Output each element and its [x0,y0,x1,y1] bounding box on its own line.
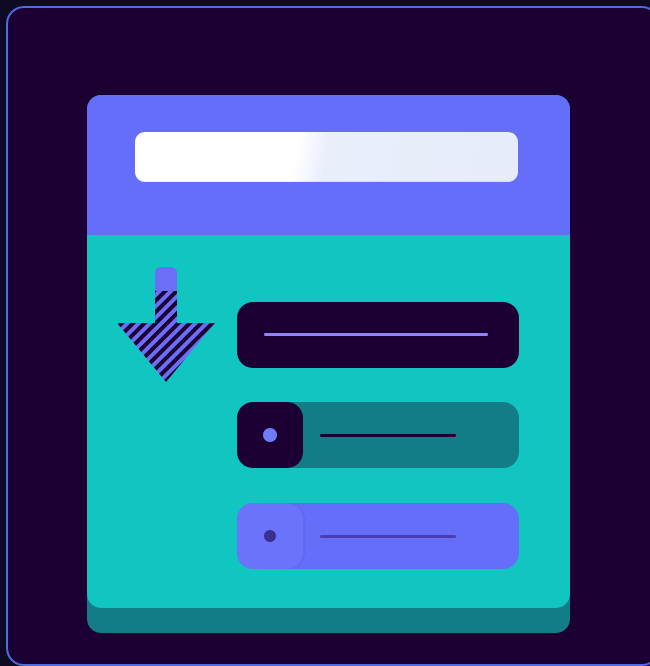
toggle-knob-icon[interactable] [237,402,303,468]
card-header [87,95,570,235]
card-body [87,95,570,608]
toggle-dot [263,428,277,442]
form-card [87,95,570,633]
arrow-down-icon[interactable] [115,265,219,385]
list-item-text-line [320,434,456,437]
window-frame [6,6,650,666]
list-item-text-line [264,333,488,336]
search-input[interactable] [135,132,518,182]
list-item-text-line [320,535,456,538]
list-item-toggle[interactable] [237,503,519,569]
toggle-dot [264,530,276,542]
toggle-knob-icon[interactable] [237,503,303,569]
list-item-toggle[interactable] [237,402,519,468]
list-item-selected[interactable] [237,302,519,368]
